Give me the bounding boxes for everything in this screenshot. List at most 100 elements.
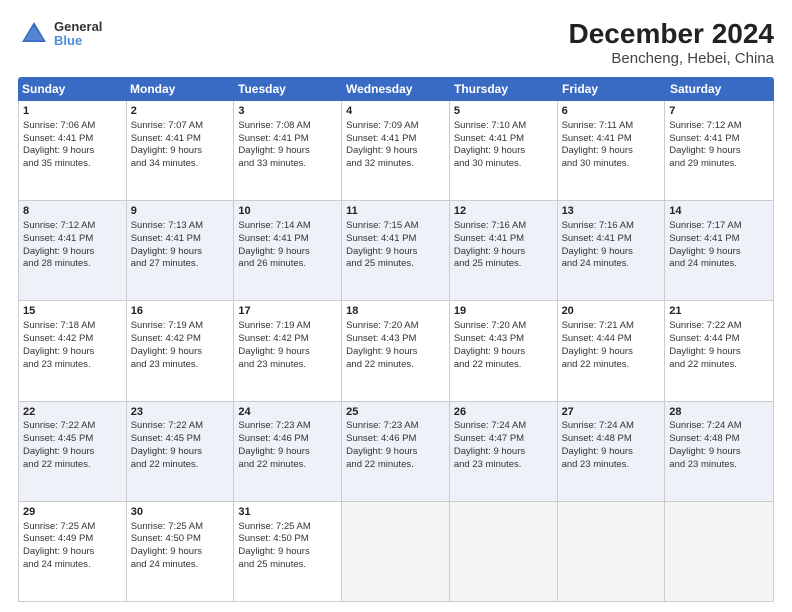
day-number: 22 xyxy=(23,405,122,420)
day-info-line: Daylight: 9 hours xyxy=(23,145,122,158)
calendar-row: 22Sunrise: 7:22 AMSunset: 4:45 PMDayligh… xyxy=(19,402,773,502)
day-info-line: and 22 minutes. xyxy=(346,459,445,472)
day-info-line: Sunset: 4:46 PM xyxy=(238,433,337,446)
weekday-header: Thursday xyxy=(450,77,558,101)
calendar-row: 29Sunrise: 7:25 AMSunset: 4:49 PMDayligh… xyxy=(19,502,773,601)
day-info-line: and 22 minutes. xyxy=(23,459,122,472)
day-info-line: Daylight: 9 hours xyxy=(131,145,230,158)
day-info-line: Daylight: 9 hours xyxy=(454,446,553,459)
day-info-line: Sunrise: 7:23 AM xyxy=(238,420,337,433)
day-number: 30 xyxy=(131,505,230,520)
day-info-line: Sunrise: 7:16 AM xyxy=(454,220,553,233)
day-info-line: Daylight: 9 hours xyxy=(562,446,661,459)
day-info-line: Daylight: 9 hours xyxy=(669,446,769,459)
day-cell: 17Sunrise: 7:19 AMSunset: 4:42 PMDayligh… xyxy=(234,301,342,400)
day-cell: 12Sunrise: 7:16 AMSunset: 4:41 PMDayligh… xyxy=(450,201,558,300)
day-cell: 26Sunrise: 7:24 AMSunset: 4:47 PMDayligh… xyxy=(450,402,558,501)
day-info-line: Sunset: 4:41 PM xyxy=(454,233,553,246)
day-cell: 18Sunrise: 7:20 AMSunset: 4:43 PMDayligh… xyxy=(342,301,450,400)
day-info-line: Sunrise: 7:21 AM xyxy=(562,320,661,333)
day-info-line: Daylight: 9 hours xyxy=(23,546,122,559)
day-number: 26 xyxy=(454,405,553,420)
day-info-line: Sunset: 4:43 PM xyxy=(346,333,445,346)
day-info-line: Sunrise: 7:13 AM xyxy=(131,220,230,233)
day-cell: 2Sunrise: 7:07 AMSunset: 4:41 PMDaylight… xyxy=(127,101,235,200)
empty-cell xyxy=(342,502,450,601)
day-info-line: Sunrise: 7:20 AM xyxy=(346,320,445,333)
day-info-line: Sunset: 4:41 PM xyxy=(131,233,230,246)
day-info-line: Daylight: 9 hours xyxy=(562,246,661,259)
day-cell: 28Sunrise: 7:24 AMSunset: 4:48 PMDayligh… xyxy=(665,402,773,501)
day-info-line: Sunset: 4:44 PM xyxy=(562,333,661,346)
day-info-line: Daylight: 9 hours xyxy=(346,346,445,359)
day-info-line: Sunrise: 7:11 AM xyxy=(562,120,661,133)
day-info-line: Sunrise: 7:25 AM xyxy=(23,521,122,534)
day-number: 27 xyxy=(562,405,661,420)
day-info-line: Sunset: 4:50 PM xyxy=(131,533,230,546)
logo-text: General Blue xyxy=(54,20,102,49)
page: General Blue December 2024 Bencheng, Heb… xyxy=(0,0,792,612)
day-info-line: and 27 minutes. xyxy=(131,258,230,271)
day-info-line: Sunset: 4:46 PM xyxy=(346,433,445,446)
header: General Blue December 2024 Bencheng, Heb… xyxy=(18,18,774,67)
day-info-line: and 25 minutes. xyxy=(238,559,337,572)
day-info-line: Daylight: 9 hours xyxy=(669,246,769,259)
logo-line2: Blue xyxy=(54,34,102,48)
day-info-line: and 23 minutes. xyxy=(454,459,553,472)
day-info-line: Daylight: 9 hours xyxy=(562,145,661,158)
day-info-line: and 22 minutes. xyxy=(131,459,230,472)
day-info-line: and 34 minutes. xyxy=(131,158,230,171)
day-info-line: Sunset: 4:41 PM xyxy=(454,133,553,146)
day-info-line: Daylight: 9 hours xyxy=(238,446,337,459)
day-info-line: and 23 minutes. xyxy=(23,359,122,372)
day-cell: 20Sunrise: 7:21 AMSunset: 4:44 PMDayligh… xyxy=(558,301,666,400)
weekday-header: Sunday xyxy=(18,77,126,101)
day-info-line: Sunrise: 7:08 AM xyxy=(238,120,337,133)
title-block: December 2024 Bencheng, Hebei, China xyxy=(569,18,774,67)
day-cell: 11Sunrise: 7:15 AMSunset: 4:41 PMDayligh… xyxy=(342,201,450,300)
day-info-line: Sunset: 4:42 PM xyxy=(23,333,122,346)
day-info-line: Sunrise: 7:24 AM xyxy=(669,420,769,433)
day-info-line: Sunset: 4:41 PM xyxy=(23,133,122,146)
day-info-line: Sunrise: 7:17 AM xyxy=(669,220,769,233)
logo-line1: General xyxy=(54,20,102,34)
calendar-header: SundayMondayTuesdayWednesdayThursdayFrid… xyxy=(18,77,774,101)
day-number: 24 xyxy=(238,405,337,420)
weekday-header: Monday xyxy=(126,77,234,101)
day-info-line: and 24 minutes. xyxy=(131,559,230,572)
day-info-line: Sunrise: 7:22 AM xyxy=(131,420,230,433)
day-info-line: Sunset: 4:41 PM xyxy=(562,233,661,246)
day-info-line: and 22 minutes. xyxy=(238,459,337,472)
day-info-line: Sunset: 4:41 PM xyxy=(238,133,337,146)
day-info-line: Daylight: 9 hours xyxy=(131,546,230,559)
day-info-line: Daylight: 9 hours xyxy=(454,346,553,359)
day-info-line: and 24 minutes. xyxy=(562,258,661,271)
day-info-line: Daylight: 9 hours xyxy=(238,546,337,559)
day-info-line: Sunrise: 7:12 AM xyxy=(23,220,122,233)
day-info-line: Daylight: 9 hours xyxy=(131,446,230,459)
day-cell: 7Sunrise: 7:12 AMSunset: 4:41 PMDaylight… xyxy=(665,101,773,200)
day-number: 10 xyxy=(238,204,337,219)
day-info-line: Sunset: 4:49 PM xyxy=(23,533,122,546)
day-info-line: and 23 minutes. xyxy=(669,459,769,472)
day-number: 18 xyxy=(346,304,445,319)
day-cell: 16Sunrise: 7:19 AMSunset: 4:42 PMDayligh… xyxy=(127,301,235,400)
day-info-line: Daylight: 9 hours xyxy=(669,346,769,359)
empty-cell xyxy=(558,502,666,601)
day-number: 28 xyxy=(669,405,769,420)
day-info-line: Sunset: 4:47 PM xyxy=(454,433,553,446)
day-cell: 10Sunrise: 7:14 AMSunset: 4:41 PMDayligh… xyxy=(234,201,342,300)
calendar-title: December 2024 xyxy=(569,18,774,50)
day-info-line: Sunrise: 7:16 AM xyxy=(562,220,661,233)
day-info-line: Daylight: 9 hours xyxy=(346,446,445,459)
day-number: 8 xyxy=(23,204,122,219)
day-cell: 9Sunrise: 7:13 AMSunset: 4:41 PMDaylight… xyxy=(127,201,235,300)
day-cell: 25Sunrise: 7:23 AMSunset: 4:46 PMDayligh… xyxy=(342,402,450,501)
day-number: 5 xyxy=(454,104,553,119)
day-cell: 24Sunrise: 7:23 AMSunset: 4:46 PMDayligh… xyxy=(234,402,342,501)
day-number: 12 xyxy=(454,204,553,219)
day-cell: 31Sunrise: 7:25 AMSunset: 4:50 PMDayligh… xyxy=(234,502,342,601)
day-info-line: Sunset: 4:41 PM xyxy=(562,133,661,146)
day-number: 15 xyxy=(23,304,122,319)
day-number: 25 xyxy=(346,405,445,420)
